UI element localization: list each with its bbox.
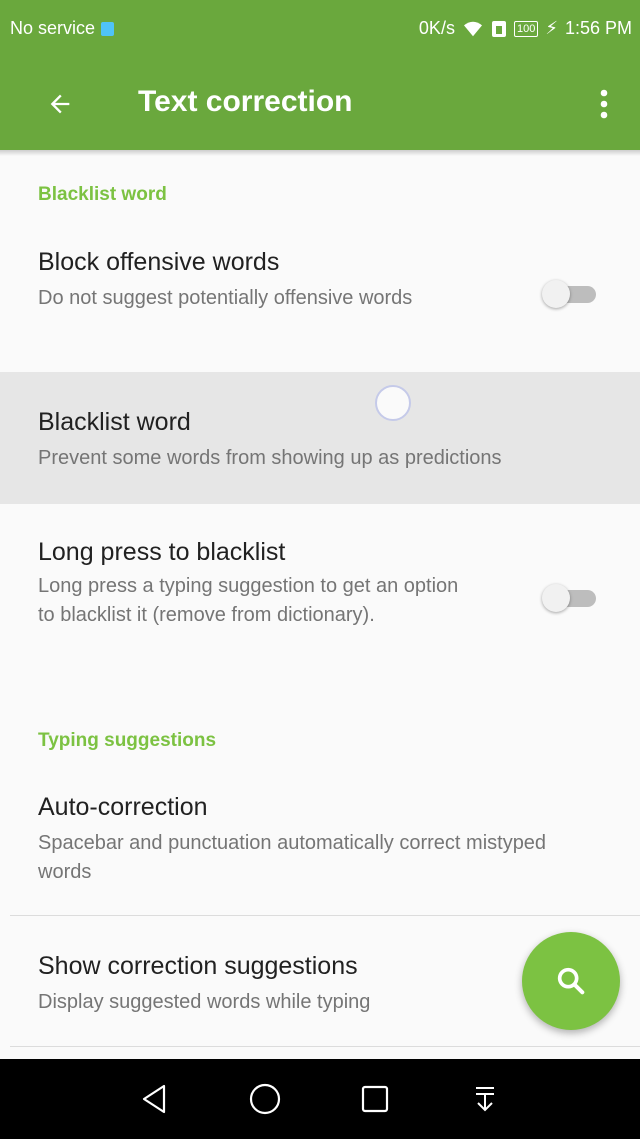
- pref-title: Long press to blacklist: [38, 538, 286, 566]
- overflow-menu-button[interactable]: [588, 80, 620, 128]
- battery-icon: 100: [513, 20, 539, 37]
- nav-recents-button[interactable]: [345, 1069, 405, 1129]
- pref-long-press-blacklist[interactable]: Long press to blacklist Long press a typ…: [0, 510, 640, 688]
- search-icon: [557, 967, 585, 995]
- pref-summary: Display suggested words while typing: [38, 991, 371, 1013]
- charging-icon: ⚡: [545, 18, 558, 38]
- block-offensive-switch[interactable]: [542, 276, 602, 312]
- switch-thumb: [542, 584, 570, 612]
- back-triangle-icon: [142, 1084, 166, 1114]
- page-title: Text correction: [138, 85, 353, 118]
- phone-data-icon: [491, 20, 506, 37]
- pref-block-offensive-words[interactable]: Block offensive words Do not suggest pot…: [0, 230, 640, 368]
- status-bar: No service 0K/s 100 ⚡ 1:56 PM: [0, 0, 640, 58]
- carrier-text: No service: [10, 18, 96, 38]
- wifi-icon: [463, 21, 482, 36]
- pref-summary: Spacebar and punctuation automatically c…: [38, 832, 547, 883]
- back-button[interactable]: [36, 80, 84, 128]
- pref-title: Block offensive words: [38, 248, 280, 276]
- arrow-left-icon: [50, 94, 70, 114]
- system-nav-bar: [0, 1059, 640, 1139]
- divider: [10, 1046, 640, 1047]
- app-bar-shadow: [0, 150, 640, 156]
- notification-pull-icon: [476, 1087, 494, 1112]
- pref-summary: Do not suggest potentially offensive wor…: [38, 287, 413, 309]
- section-header-typing-suggestions: Typing suggestions: [38, 730, 217, 751]
- sim-icon: [101, 21, 115, 36]
- nav-home-button[interactable]: [235, 1069, 295, 1129]
- switch-thumb: [542, 280, 570, 308]
- touch-ripple: [375, 385, 411, 421]
- pref-title: Blacklist word: [38, 408, 191, 436]
- home-circle-icon: [249, 1083, 281, 1115]
- more-vert-icon: [600, 89, 608, 119]
- network-speed: 0K/s: [418, 18, 455, 38]
- recents-square-icon: [361, 1085, 389, 1113]
- pref-title: Show correction suggestions: [38, 952, 358, 980]
- long-press-switch[interactable]: [542, 580, 602, 616]
- nav-notification-button[interactable]: [455, 1069, 515, 1129]
- search-fab[interactable]: [522, 932, 620, 1030]
- nav-back-button[interactable]: [125, 1069, 185, 1129]
- section-header-blacklist: Blacklist word: [38, 184, 167, 205]
- pref-summary: Long press a typing suggestion to get an…: [38, 575, 459, 626]
- battery-level: 100: [516, 22, 536, 35]
- app-bar: Text correction: [0, 58, 640, 150]
- pref-auto-correction[interactable]: Auto-correction Spacebar and punctuation…: [0, 775, 640, 913]
- pref-summary: Prevent some words from showing up as pr…: [38, 447, 502, 469]
- clock: 1:56 PM: [564, 18, 632, 38]
- pref-title: Auto-correction: [38, 793, 208, 821]
- pref-blacklist-word[interactable]: Blacklist word Prevent some words from s…: [0, 372, 640, 504]
